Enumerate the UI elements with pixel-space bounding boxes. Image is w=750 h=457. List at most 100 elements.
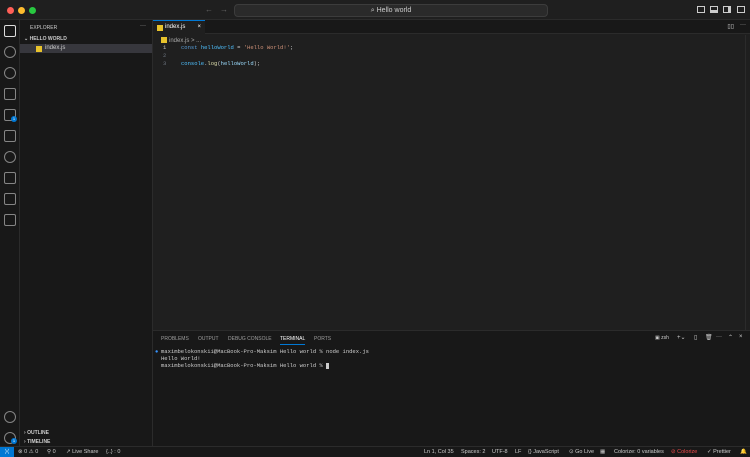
end-of-line[interactable]: LF: [515, 447, 521, 457]
tab-output[interactable]: OUTPUT: [198, 336, 219, 342]
kill-terminal-icon[interactable]: 🗑: [705, 334, 713, 341]
tab-index-js[interactable]: index.js ×: [153, 20, 205, 34]
close-window-button[interactable]: [7, 7, 14, 14]
code-line[interactable]: 3 console.log(helloWorld);: [153, 60, 750, 68]
command-center-search[interactable]: ⌕ Hello world: [234, 4, 548, 17]
title-bar: ← → ⌕ Hello world: [0, 0, 750, 20]
prettier-label: Prettier: [713, 449, 731, 455]
file-name: index.js: [45, 45, 66, 51]
go-live-label: Go Live: [575, 449, 595, 455]
shell-name: zsh: [661, 335, 669, 341]
editor-tabs: index.js × ▯▯ ···: [153, 20, 750, 34]
git-graph-icon[interactable]: [4, 193, 16, 205]
toggle-panel-icon[interactable]: [710, 6, 718, 13]
chat-icon[interactable]: [4, 214, 16, 226]
live-share-label: Live Share: [72, 449, 99, 455]
js-file-icon: [36, 45, 42, 52]
search-icon[interactable]: [4, 46, 16, 58]
line-number: 1: [163, 44, 167, 51]
ports-count: 0: [52, 449, 56, 455]
tab-terminal[interactable]: TERMINAL: [280, 336, 306, 345]
new-terminal-icon[interactable]: +⌄: [677, 334, 686, 341]
customize-layout-icon[interactable]: [737, 6, 745, 13]
file-item-index-js[interactable]: index.js: [20, 44, 152, 53]
outline-section[interactable]: › OUTLINE: [24, 430, 49, 436]
maximize-panel-icon[interactable]: ⌃: [728, 334, 733, 341]
language-label: JavaScript: [533, 449, 559, 455]
more-actions-icon[interactable]: ···: [740, 22, 746, 28]
terminal-cursor: [326, 362, 330, 369]
minimize-window-button[interactable]: [18, 7, 25, 14]
encoding[interactable]: UTF-8: [492, 447, 508, 457]
tab-label: index.js: [165, 24, 186, 30]
terminal-line: Hello World!: [161, 355, 201, 362]
editor-area: index.js × ▯▯ ··· index.js > ... 1 const h…: [153, 20, 750, 330]
indentation[interactable]: Spaces: 2: [461, 447, 485, 457]
code-text: const helloWorld = 'Hello World!';: [181, 44, 294, 51]
colorize-variables[interactable]: Colorize: 0 variables: [614, 447, 664, 457]
timeline-icon[interactable]: [4, 151, 16, 163]
source-control-icon[interactable]: [4, 67, 16, 79]
remote-explorer-icon[interactable]: [4, 130, 16, 142]
warnings-count: 0: [35, 449, 39, 455]
run-debug-icon[interactable]: [4, 88, 16, 100]
braces-status[interactable]: {..} : 0: [106, 447, 120, 457]
prettier-status[interactable]: ✓ Prettier: [707, 447, 731, 457]
code-line[interactable]: 1 const helloWorld = 'Hello World!';: [153, 44, 750, 52]
accounts-badge: 1: [11, 438, 17, 444]
folder-header[interactable]: ⌄ HELLO WORLD: [20, 36, 152, 44]
explorer-sidebar: EXPLORER ··· ⌄ HELLO WORLD index.js › OU…: [20, 20, 153, 446]
tab-problems[interactable]: PROBLEMS: [161, 336, 189, 342]
search-label: Hello world: [376, 7, 412, 14]
more-actions-icon[interactable]: ···: [140, 23, 146, 29]
command-success-icon: ●: [155, 348, 159, 355]
code-line[interactable]: 2: [153, 52, 750, 60]
colorize-icon: ▦: [600, 449, 606, 455]
problems-status[interactable]: ⊗ 0 ⚠ 0: [18, 447, 38, 457]
cursor-position[interactable]: Ln 1, Col 35: [424, 447, 454, 457]
forward-arrow-icon[interactable]: →: [220, 5, 228, 14]
line-number: 3: [163, 60, 167, 67]
colorize-label: Colorize: [677, 449, 698, 455]
folder-name: HELLO WORLD: [29, 36, 67, 42]
js-file-icon: [157, 25, 163, 31]
ports-status[interactable]: ⚲ 0: [47, 447, 56, 457]
bottom-panel: PROBLEMS OUTPUT DEBUG CONSOLE TERMINAL P…: [153, 330, 750, 446]
timeline-label: TIMELINE: [27, 439, 51, 445]
tab-debug-console[interactable]: DEBUG CONSOLE: [228, 336, 272, 342]
language-mode[interactable]: {} JavaScript: [528, 447, 559, 457]
tab-ports[interactable]: PORTS: [314, 336, 331, 342]
accounts-icon[interactable]: [4, 411, 16, 423]
timeline-section[interactable]: › TIMELINE: [24, 439, 50, 445]
sidebar-title: EXPLORER: [30, 25, 58, 31]
go-live-button[interactable]: ⊙ Go Live: [569, 447, 594, 457]
activity-bar: 1 1: [0, 20, 20, 446]
back-arrow-icon[interactable]: ←: [205, 5, 213, 14]
editor-scrollbar[interactable]: [745, 35, 750, 330]
terminal-text: maximbelokonskii@MacBook-Pro-Maksim Hell…: [161, 348, 369, 355]
js-file-icon: [161, 37, 167, 43]
toggle-secondary-sidebar-icon[interactable]: [723, 6, 731, 13]
maximize-window-button[interactable]: [29, 7, 36, 14]
terminal-line[interactable]: maximbelokonskii@MacBook-Pro-Maksim Hell…: [161, 362, 330, 369]
terminal-text: maximbelokonskii@MacBook-Pro-Maksim Hell…: [161, 362, 327, 369]
code-text: console.log(helloWorld);: [181, 60, 261, 67]
remote-indicator-icon[interactable]: ⟩⟨: [0, 447, 14, 457]
explorer-icon[interactable]: [4, 25, 16, 37]
colorize-toggle[interactable]: ⊘ Colorize: [671, 447, 697, 457]
split-editor-icon[interactable]: ▯▯: [727, 23, 734, 30]
status-bar: ⟩⟨ ⊗ 0 ⚠ 0 ⚲ 0 ↗ Live Share {..} : 0 Ln …: [0, 446, 750, 457]
close-panel-icon[interactable]: ×: [739, 334, 743, 340]
breadcrumb[interactable]: index.js > ...: [161, 36, 201, 44]
more-actions-icon[interactable]: ···: [716, 334, 722, 340]
close-tab-icon[interactable]: ×: [197, 21, 201, 34]
live-share-icon[interactable]: [4, 172, 16, 184]
extensions-badge: 1: [11, 116, 17, 122]
terminal-shell-selector[interactable]: ▣ zsh: [655, 335, 669, 341]
errors-count: 0: [24, 449, 28, 455]
notifications-bell-icon[interactable]: 🔔: [740, 447, 747, 457]
split-terminal-icon[interactable]: ▯: [694, 334, 697, 341]
terminal-line: ● maximbelokonskii@MacBook-Pro-Maksim Hel…: [155, 348, 369, 355]
live-share-button[interactable]: ↗ Live Share: [66, 447, 98, 457]
toggle-sidebar-icon[interactable]: [697, 6, 705, 13]
